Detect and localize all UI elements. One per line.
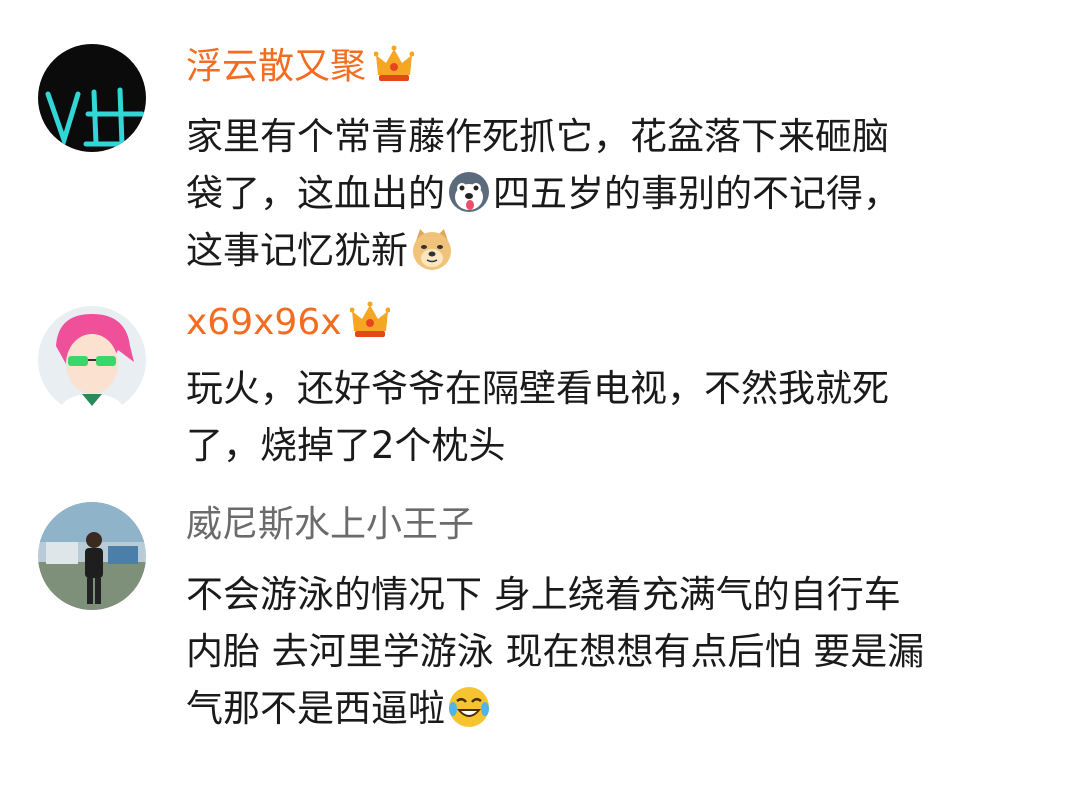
username[interactable]: 浮云散又聚 (186, 44, 415, 90)
comment-text: 不会游泳的情况下 身上绕着充满气的自行车 内胎 去河里学游泳 现在想想有点后怕 … (186, 566, 1046, 737)
comment-line: 气那不是西逼啦 (186, 680, 1046, 737)
avatar[interactable] (38, 306, 146, 414)
username-text[interactable]: 威尼斯水上小王子 (186, 504, 474, 545)
avatar[interactable] (38, 44, 146, 152)
username[interactable]: 威尼斯水上小王子 (186, 502, 474, 548)
laughing-tears-emoji (447, 685, 491, 729)
username[interactable]: x69x96x (186, 300, 391, 346)
comment-line: 不会游泳的情况下 身上绕着充满气的自行车 (186, 573, 901, 616)
comment-line: 袋了，这血出的 四五岁的事别的不记得， (186, 165, 1046, 222)
comment-text: 家里有个常青藤作死抓它，花盆落下来砸脑 袋了，这血出的 四五岁的事别的不记得， 这… (186, 108, 1046, 279)
comment-line: 这事记忆犹新 (186, 222, 1046, 279)
crown-icon (349, 301, 391, 339)
username-text[interactable]: x69x96x (186, 302, 342, 343)
crown-icon (373, 45, 415, 83)
comment-text: 玩火，还好爷爷在隔壁看电视，不然我就死 了，烧掉了2个枕头 (186, 360, 1046, 474)
doge-face-emoji (410, 227, 454, 271)
comment-line: 了，烧掉了2个枕头 (186, 424, 506, 467)
husky-face-emoji (447, 170, 491, 214)
username-text[interactable]: 浮云散又聚 (186, 46, 366, 87)
comment-line: 家里有个常青藤作死抓它，花盆落下来砸脑 (186, 115, 889, 158)
comment-line: 玩火，还好爷爷在隔壁看电视，不然我就死 (186, 367, 889, 410)
avatar[interactable] (38, 502, 146, 610)
comment-line: 内胎 去河里学游泳 现在想想有点后怕 要是漏 (186, 630, 925, 673)
